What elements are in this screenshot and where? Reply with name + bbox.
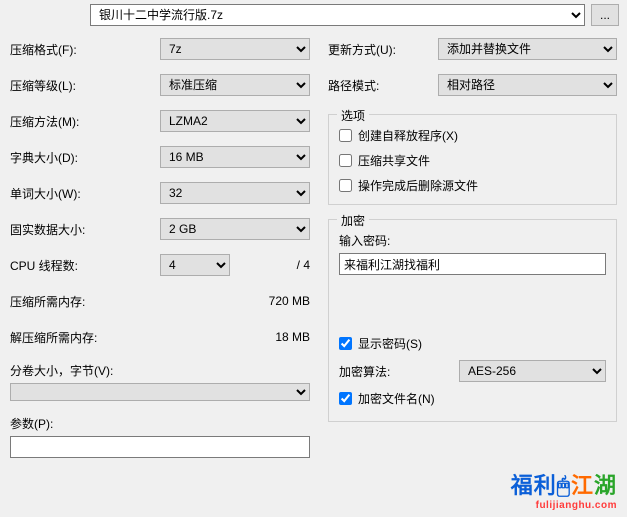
path-mode-label: 路径模式:: [328, 77, 438, 94]
enc-names-label: 加密文件名(N): [358, 390, 435, 407]
share-checkbox[interactable]: [339, 154, 352, 167]
delete-label: 操作完成后删除源文件: [358, 177, 478, 194]
mem-compress-label: 压缩所需内存:: [10, 293, 160, 310]
browse-button[interactable]: ...: [591, 4, 619, 26]
cpu-select[interactable]: 4: [160, 254, 230, 276]
sfx-checkbox[interactable]: [339, 129, 352, 142]
solid-label: 固实数据大小:: [10, 221, 160, 238]
show-password-checkbox[interactable]: [339, 337, 352, 350]
method-label: 压缩方法(M):: [10, 113, 160, 130]
solid-select[interactable]: 2 GB: [160, 218, 310, 240]
mem-compress-value: 720 MB: [160, 294, 310, 308]
watermark-part3: 湖: [594, 473, 617, 498]
cpu-label: CPU 线程数:: [10, 257, 160, 274]
show-password-label: 显示密码(S): [358, 335, 422, 352]
password-input[interactable]: [339, 253, 606, 275]
level-select[interactable]: 标准压缩: [160, 74, 310, 96]
delete-checkbox[interactable]: [339, 179, 352, 192]
watermark-url: fulijianghu.com: [511, 500, 617, 511]
sfx-label: 创建自释放程序(X): [358, 127, 458, 144]
options-group: 选项 创建自释放程序(X) 压缩共享文件 操作完成后删除源文件: [328, 114, 617, 205]
cpu-total-label: / 4: [238, 258, 310, 272]
dictionary-select[interactable]: 16 MB: [160, 146, 310, 168]
mem-decompress-value: 18 MB: [160, 330, 310, 344]
params-label: 参数(P):: [10, 415, 310, 432]
dictionary-label: 字典大小(D):: [10, 149, 160, 166]
method-select[interactable]: LZMA2: [160, 110, 310, 132]
mem-decompress-label: 解压缩所需内存:: [10, 329, 160, 346]
level-label: 压缩等级(L):: [10, 77, 160, 94]
word-size-select[interactable]: 32: [160, 182, 310, 204]
format-label: 压缩格式(F):: [10, 41, 160, 58]
update-mode-select[interactable]: 添加并替换文件: [438, 38, 617, 60]
enc-names-checkbox[interactable]: [339, 392, 352, 405]
format-select[interactable]: 7z: [160, 38, 310, 60]
split-label: 分卷大小，字节(V):: [10, 362, 310, 379]
path-mode-select[interactable]: 相对路径: [438, 74, 617, 96]
word-size-label: 单词大小(W):: [10, 185, 160, 202]
update-mode-label: 更新方式(U):: [328, 41, 438, 58]
params-input[interactable]: [10, 436, 310, 458]
encryption-group-title: 加密: [337, 212, 369, 229]
split-select[interactable]: [10, 383, 310, 401]
encryption-group: 加密 输入密码: 显示密码(S) 加密算法: AES-256 加密文件名(N): [328, 219, 617, 422]
options-group-title: 选项: [337, 107, 369, 124]
watermark-part1: 福利: [511, 473, 557, 498]
enc-method-label: 加密算法:: [339, 363, 459, 380]
share-label: 压缩共享文件: [358, 152, 430, 169]
watermark-part2: 江: [571, 473, 594, 498]
archive-filename-select[interactable]: 银川十二中学流行版.7z: [90, 4, 585, 26]
password-label: 输入密码:: [339, 232, 606, 249]
enc-method-select[interactable]: AES-256: [459, 360, 606, 382]
watermark: 福利🖱江湖 fulijianghu.com: [511, 468, 617, 511]
